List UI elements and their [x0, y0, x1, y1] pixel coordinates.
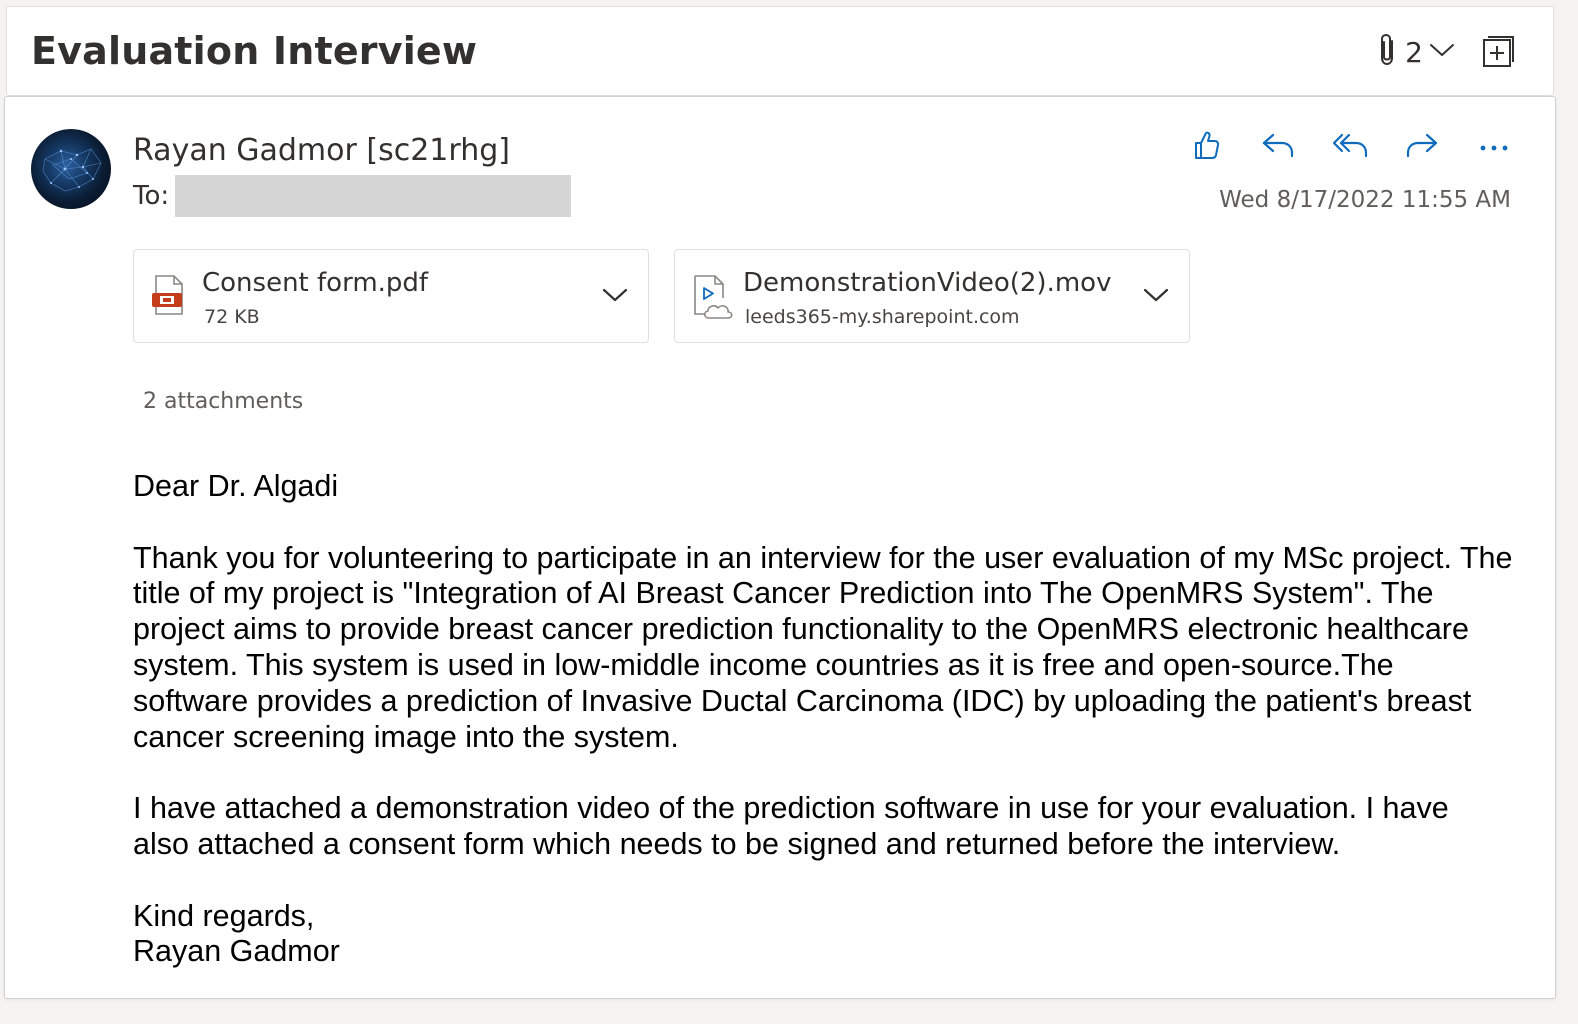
subject-bar: Evaluation Interview 2 — [6, 6, 1554, 96]
sender-name[interactable]: Rayan Gadmor [sc21rhg] — [133, 133, 510, 168]
forward-button[interactable] — [1401, 127, 1443, 167]
more-icon — [1479, 138, 1509, 157]
reply-all-button[interactable] — [1329, 127, 1371, 167]
paperclip-icon — [1377, 33, 1399, 71]
attachment-demonstration-video[interactable]: DemonstrationVideo(2).mov leeds365-my.sh… — [674, 249, 1190, 343]
attachment-name: DemonstrationVideo(2).mov — [743, 268, 1112, 298]
message-datetime: Wed 8/17/2022 11:55 AM — [1219, 187, 1511, 213]
attachments-dropdown-button[interactable]: 2 — [1377, 33, 1455, 71]
recipients-row: To: — [133, 175, 572, 217]
attachment-consent-form[interactable]: Consent form.pdf 72 KB — [133, 249, 649, 343]
to-label: To: — [133, 181, 170, 211]
subject-title: Evaluation Interview — [31, 29, 478, 73]
message-actions — [1185, 127, 1515, 167]
like-icon — [1191, 129, 1221, 165]
chevron-down-icon — [1429, 41, 1455, 63]
signature-block: Kind regards, Rayan Gadmor — [133, 899, 1513, 971]
attachments-summary: 2 attachments — [143, 389, 304, 414]
message-card: Rayan Gadmor [sc21rhg] To: Wed 8/17/2022… — [4, 96, 1556, 999]
bottom-strip — [0, 1010, 1578, 1024]
greeting: Dear Dr. Algadi — [133, 469, 339, 503]
body-paragraph-2: I have attached a demonstration video of… — [133, 791, 1449, 861]
reply-all-icon — [1331, 130, 1369, 164]
open-in-new-window-icon — [1481, 36, 1515, 73]
message-body: Dear Dr. Algadi Thank you for volunteeri… — [133, 469, 1513, 970]
signature-name: Rayan Gadmor — [133, 934, 340, 969]
closing: Kind regards, — [133, 898, 315, 933]
avatar[interactable] — [31, 129, 111, 209]
open-in-new-window-button[interactable] — [1481, 35, 1515, 73]
attachment-count: 2 — [1405, 35, 1423, 69]
attachment-name: Consent form.pdf — [202, 268, 429, 298]
attachment-size: 72 KB — [204, 306, 260, 328]
chevron-down-icon[interactable] — [602, 286, 628, 308]
cloud-video-file-icon — [691, 274, 735, 324]
body-paragraph-1: Thank you for volunteering to participat… — [133, 540, 1513, 754]
attachment-location: leeds365-my.sharepoint.com — [745, 306, 1020, 328]
forward-icon — [1404, 130, 1440, 164]
reply-button[interactable] — [1257, 127, 1299, 167]
like-button[interactable] — [1185, 127, 1227, 167]
more-actions-button[interactable] — [1473, 127, 1515, 167]
chevron-down-icon[interactable] — [1143, 286, 1169, 308]
pdf-file-icon — [150, 274, 186, 320]
reply-icon — [1260, 130, 1296, 164]
redacted-recipient — [175, 175, 572, 217]
